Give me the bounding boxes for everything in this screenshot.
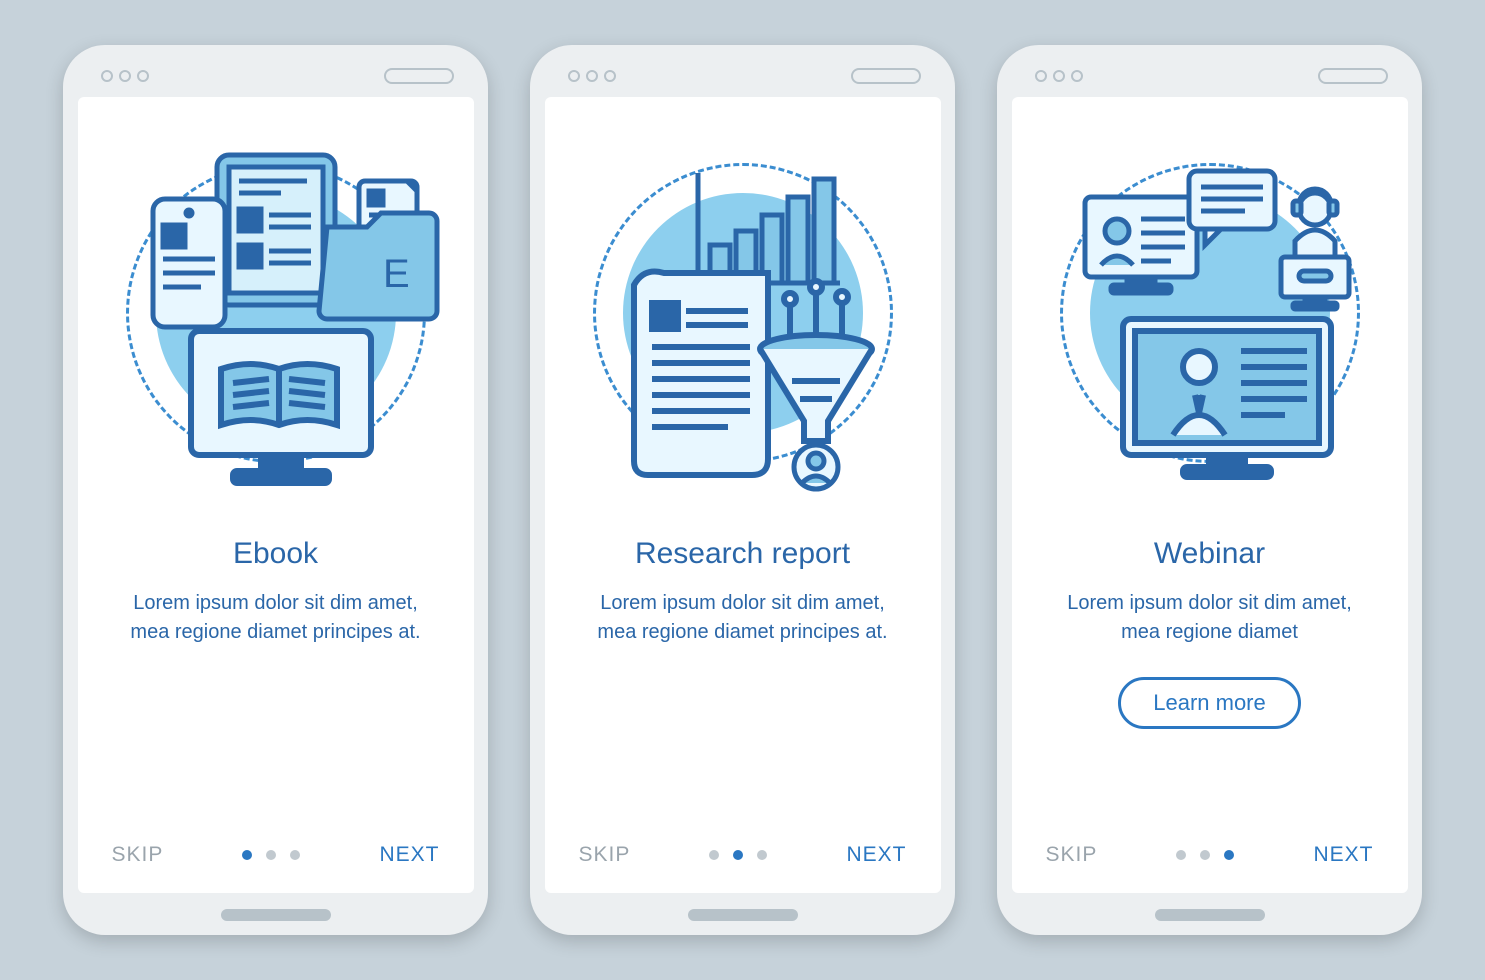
speaker-pill-icon bbox=[1318, 68, 1388, 84]
onboarding-description: Lorem ipsum dolor sit dim amet, mea regi… bbox=[1050, 589, 1370, 647]
phone-topbar bbox=[1011, 65, 1408, 87]
phone-topbar bbox=[77, 65, 474, 87]
onboarding-screen: E Ebook Lorem ipsum dolor sit di bbox=[78, 97, 474, 893]
pager-dots[interactable] bbox=[242, 850, 300, 860]
onboarding-screen: Webinar Lorem ipsum dolor sit dim amet, … bbox=[1012, 97, 1408, 893]
phone-topbar bbox=[544, 65, 941, 87]
skip-button[interactable]: SKIP bbox=[112, 843, 164, 867]
onboarding-description: Lorem ipsum dolor sit dim amet, mea regi… bbox=[583, 589, 903, 647]
onboarding-description: Lorem ipsum dolor sit dim amet, mea regi… bbox=[116, 589, 436, 647]
pager-dot[interactable] bbox=[1224, 850, 1234, 860]
home-indicator-icon bbox=[1155, 909, 1265, 921]
phone-frame: E Ebook Lorem ipsum dolor sit di bbox=[63, 45, 488, 935]
pager-dot[interactable] bbox=[1176, 850, 1186, 860]
next-button[interactable]: NEXT bbox=[379, 843, 439, 867]
pager-dot[interactable] bbox=[733, 850, 743, 860]
pager-dot[interactable] bbox=[709, 850, 719, 860]
camera-dots-icon bbox=[568, 70, 616, 82]
camera-dots-icon bbox=[1035, 70, 1083, 82]
phone-frame: Webinar Lorem ipsum dolor sit dim amet, … bbox=[997, 45, 1422, 935]
folder-letter: E bbox=[383, 252, 410, 296]
ebook-illustration: E bbox=[111, 135, 441, 495]
onboarding-title: Research report bbox=[635, 537, 850, 571]
pager-dot[interactable] bbox=[757, 850, 767, 860]
pager-dot[interactable] bbox=[290, 850, 300, 860]
next-button[interactable]: NEXT bbox=[1313, 843, 1373, 867]
onboarding-nav: SKIP NEXT bbox=[579, 843, 907, 867]
pager-dots[interactable] bbox=[1176, 850, 1234, 860]
home-indicator-icon bbox=[221, 909, 331, 921]
skip-button[interactable]: SKIP bbox=[1046, 843, 1098, 867]
research-report-illustration bbox=[578, 135, 908, 495]
pager-dots[interactable] bbox=[709, 850, 767, 860]
onboarding-nav: SKIP NEXT bbox=[1046, 843, 1374, 867]
home-indicator-icon bbox=[688, 909, 798, 921]
pager-dot[interactable] bbox=[1200, 850, 1210, 860]
onboarding-nav: SKIP NEXT bbox=[112, 843, 440, 867]
camera-dots-icon bbox=[101, 70, 149, 82]
pager-dot[interactable] bbox=[266, 850, 276, 860]
phone-frame: Research report Lorem ipsum dolor sit di… bbox=[530, 45, 955, 935]
pager-dot[interactable] bbox=[242, 850, 252, 860]
next-button[interactable]: NEXT bbox=[846, 843, 906, 867]
onboarding-screen: Research report Lorem ipsum dolor sit di… bbox=[545, 97, 941, 893]
onboarding-title: Ebook bbox=[233, 537, 318, 571]
onboarding-title: Webinar bbox=[1154, 537, 1265, 571]
skip-button[interactable]: SKIP bbox=[579, 843, 631, 867]
learn-more-button[interactable]: Learn more bbox=[1118, 677, 1301, 729]
webinar-illustration bbox=[1045, 135, 1375, 495]
speaker-pill-icon bbox=[851, 68, 921, 84]
speaker-pill-icon bbox=[384, 68, 454, 84]
